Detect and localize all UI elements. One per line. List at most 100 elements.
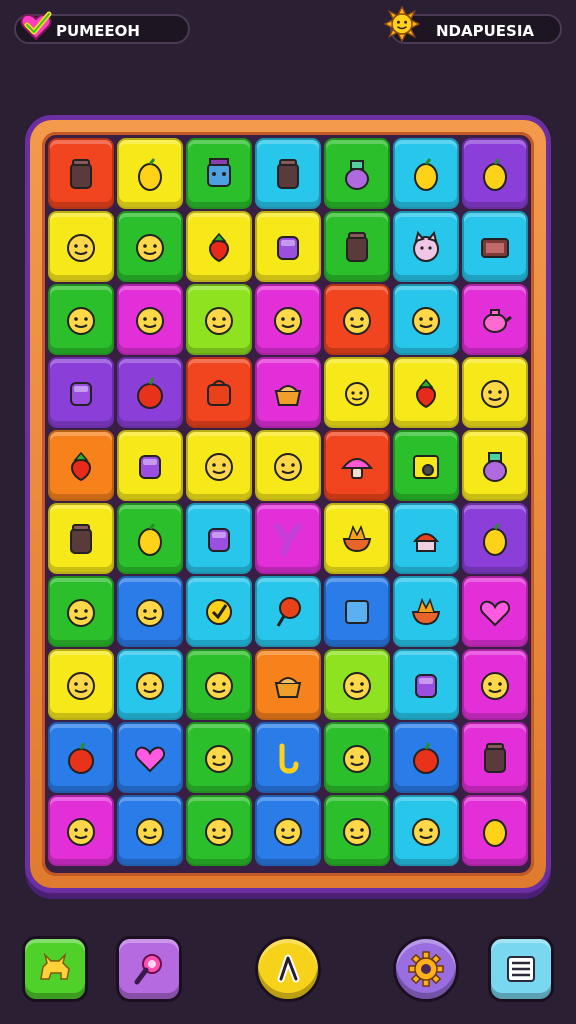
- game-tile[interactable]: [324, 722, 390, 793]
- game-tile[interactable]: [393, 357, 459, 428]
- game-tile[interactable]: [117, 138, 183, 209]
- dog-icon: [40, 952, 70, 980]
- pin-icon: [276, 596, 301, 627]
- game-tile[interactable]: [324, 138, 390, 209]
- face-icon: [274, 306, 302, 335]
- game-tile[interactable]: [324, 430, 390, 501]
- game-tile[interactable]: [186, 576, 252, 647]
- game-tile[interactable]: [117, 357, 183, 428]
- game-tile[interactable]: [117, 211, 183, 282]
- left-counter-label: PUMEEOH: [56, 22, 140, 40]
- list-icon: [507, 956, 535, 982]
- game-tile[interactable]: [186, 430, 252, 501]
- game-tile[interactable]: [462, 211, 528, 282]
- game-tile[interactable]: [117, 576, 183, 647]
- play-button[interactable]: [255, 936, 321, 1002]
- game-tile[interactable]: [117, 284, 183, 355]
- game-tile[interactable]: [255, 138, 321, 209]
- jar-icon: [70, 523, 92, 554]
- game-tile[interactable]: [186, 722, 252, 793]
- game-tile[interactable]: [255, 722, 321, 793]
- game-tile[interactable]: [393, 576, 459, 647]
- game-tile[interactable]: [117, 722, 183, 793]
- game-tile[interactable]: [462, 649, 528, 720]
- game-tile[interactable]: [324, 503, 390, 574]
- game-tile[interactable]: [255, 357, 321, 428]
- cup-icon: [70, 381, 92, 406]
- game-tile[interactable]: [255, 795, 321, 866]
- game-tile[interactable]: [462, 576, 528, 647]
- game-tile[interactable]: [48, 284, 114, 355]
- game-tile[interactable]: [393, 649, 459, 720]
- game-tile[interactable]: [393, 284, 459, 355]
- bowl-icon: [411, 597, 441, 625]
- face-icon: [136, 306, 164, 335]
- right-counter[interactable]: NDAPUESIA: [384, 6, 562, 44]
- game-tile[interactable]: [48, 649, 114, 720]
- game-tile[interactable]: [186, 357, 252, 428]
- game-tile[interactable]: [324, 284, 390, 355]
- game-tile[interactable]: [48, 430, 114, 501]
- strawberry-icon: [209, 232, 229, 262]
- game-tile[interactable]: [48, 211, 114, 282]
- square-icon: [345, 599, 369, 624]
- top-hud: PUMEEOH NDAPUESIA: [0, 0, 576, 60]
- game-tile[interactable]: [117, 795, 183, 866]
- face-icon: [343, 306, 371, 335]
- game-tile[interactable]: [48, 503, 114, 574]
- game-tile[interactable]: [393, 722, 459, 793]
- badge-icon: [206, 598, 232, 625]
- bowl-icon: [342, 524, 372, 552]
- game-tile[interactable]: [186, 649, 252, 720]
- face-icon: [136, 817, 164, 846]
- menu-button[interactable]: [488, 936, 554, 1002]
- face-icon: [343, 671, 371, 700]
- game-tile[interactable]: [186, 284, 252, 355]
- game-tile[interactable]: [48, 722, 114, 793]
- game-tile[interactable]: [324, 357, 390, 428]
- game-tile[interactable]: [48, 357, 114, 428]
- game-tile[interactable]: [393, 211, 459, 282]
- game-tile[interactable]: [462, 503, 528, 574]
- game-tile[interactable]: [255, 576, 321, 647]
- game-tile[interactable]: [324, 649, 390, 720]
- game-tile[interactable]: [255, 211, 321, 282]
- game-tile[interactable]: [255, 430, 321, 501]
- game-tile[interactable]: [255, 284, 321, 355]
- game-tile[interactable]: [186, 503, 252, 574]
- game-tile[interactable]: [393, 430, 459, 501]
- cup-icon: [277, 235, 299, 260]
- magnifier-icon: [134, 954, 162, 985]
- game-tile[interactable]: [393, 138, 459, 209]
- game-tile[interactable]: [462, 284, 528, 355]
- game-tile[interactable]: [393, 503, 459, 574]
- game-tile[interactable]: [255, 503, 321, 574]
- game-tile[interactable]: [324, 795, 390, 866]
- game-tile[interactable]: [462, 722, 528, 793]
- game-tile[interactable]: [462, 795, 528, 866]
- game-tile[interactable]: [324, 576, 390, 647]
- face-icon: [274, 452, 302, 481]
- game-tile[interactable]: [393, 795, 459, 866]
- face-icon: [343, 817, 371, 846]
- left-counter[interactable]: PUMEEOH: [14, 11, 190, 44]
- settings-button[interactable]: [393, 936, 459, 1002]
- game-tile[interactable]: [186, 795, 252, 866]
- magnet-button[interactable]: [116, 936, 182, 1002]
- game-tile[interactable]: [324, 211, 390, 282]
- game-tile[interactable]: [462, 138, 528, 209]
- game-tile[interactable]: [186, 138, 252, 209]
- game-tile[interactable]: [48, 795, 114, 866]
- game-tile[interactable]: [462, 430, 528, 501]
- game-tile[interactable]: [255, 649, 321, 720]
- game-tile[interactable]: [186, 211, 252, 282]
- apple-icon: [137, 376, 163, 409]
- game-tile[interactable]: [462, 357, 528, 428]
- game-tile[interactable]: [117, 430, 183, 501]
- jar-icon: [484, 742, 506, 773]
- game-tile[interactable]: [117, 503, 183, 574]
- pet-button[interactable]: [22, 936, 88, 1002]
- game-tile[interactable]: [48, 138, 114, 209]
- game-tile[interactable]: [48, 576, 114, 647]
- game-tile[interactable]: [117, 649, 183, 720]
